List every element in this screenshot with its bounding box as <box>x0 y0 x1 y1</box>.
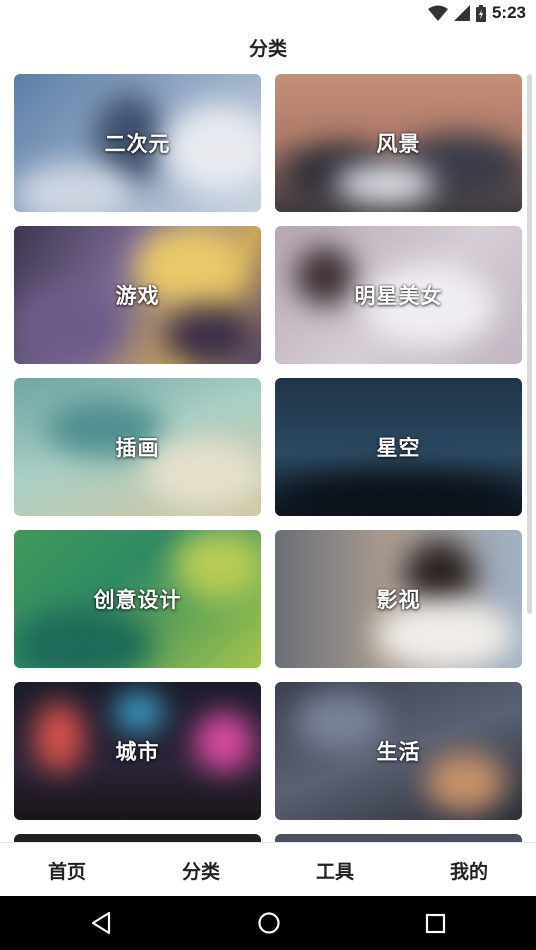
category-tile-partial[interactable] <box>14 834 261 842</box>
status-icons: 5:23 <box>427 3 526 23</box>
category-label: 影视 <box>376 588 421 612</box>
nav-item-home[interactable]: 首页 <box>0 857 134 884</box>
category-label: 星空 <box>376 436 421 460</box>
status-bar: 5:23 <box>0 0 536 26</box>
category-tile-celebrities[interactable]: 明星美女 <box>275 226 522 364</box>
category-tile-life[interactable]: 生活 <box>275 682 522 820</box>
home-icon[interactable] <box>257 911 281 935</box>
category-label: 明星美女 <box>354 284 443 308</box>
bottom-nav: 首页 分类 工具 我的 <box>0 842 536 897</box>
category-tile-creative-design[interactable]: 创意设计 <box>14 530 261 668</box>
category-label: 城市 <box>115 740 160 764</box>
category-tile-games[interactable]: 游戏 <box>14 226 261 364</box>
category-tile-starry-sky[interactable]: 星空 <box>275 378 522 516</box>
category-tile-film-tv[interactable]: 影视 <box>275 530 522 668</box>
wifi-icon <box>427 5 448 21</box>
status-time: 5:23 <box>491 3 526 22</box>
category-tile-partial[interactable] <box>275 834 522 842</box>
category-label: 生活 <box>376 740 421 764</box>
category-label: 插画 <box>115 436 160 460</box>
system-nav-bar <box>0 896 536 950</box>
scrollbar[interactable] <box>527 74 532 614</box>
signal-icon <box>453 5 470 21</box>
category-label: 创意设计 <box>93 588 182 612</box>
category-tile-anime[interactable]: 二次元 <box>14 74 261 212</box>
nav-item-categories[interactable]: 分类 <box>134 857 268 884</box>
battery-icon <box>475 4 486 22</box>
recents-icon[interactable] <box>425 911 447 935</box>
category-label: 风景 <box>376 132 421 156</box>
category-label: 游戏 <box>115 284 160 308</box>
nav-item-tools[interactable]: 工具 <box>268 857 402 884</box>
category-label: 二次元 <box>104 132 171 156</box>
category-grid[interactable]: 二次元 风景 游戏 明星美女 插画 星空 创意设计 影视 城市 生活 <box>0 68 536 842</box>
category-tile-scenery[interactable]: 风景 <box>275 74 522 212</box>
page-title: 分类 <box>248 38 287 60</box>
category-tile-illustration[interactable]: 插画 <box>14 378 261 516</box>
nav-item-mine[interactable]: 我的 <box>402 857 536 884</box>
back-icon[interactable] <box>90 911 112 935</box>
category-tile-city[interactable]: 城市 <box>14 682 261 820</box>
